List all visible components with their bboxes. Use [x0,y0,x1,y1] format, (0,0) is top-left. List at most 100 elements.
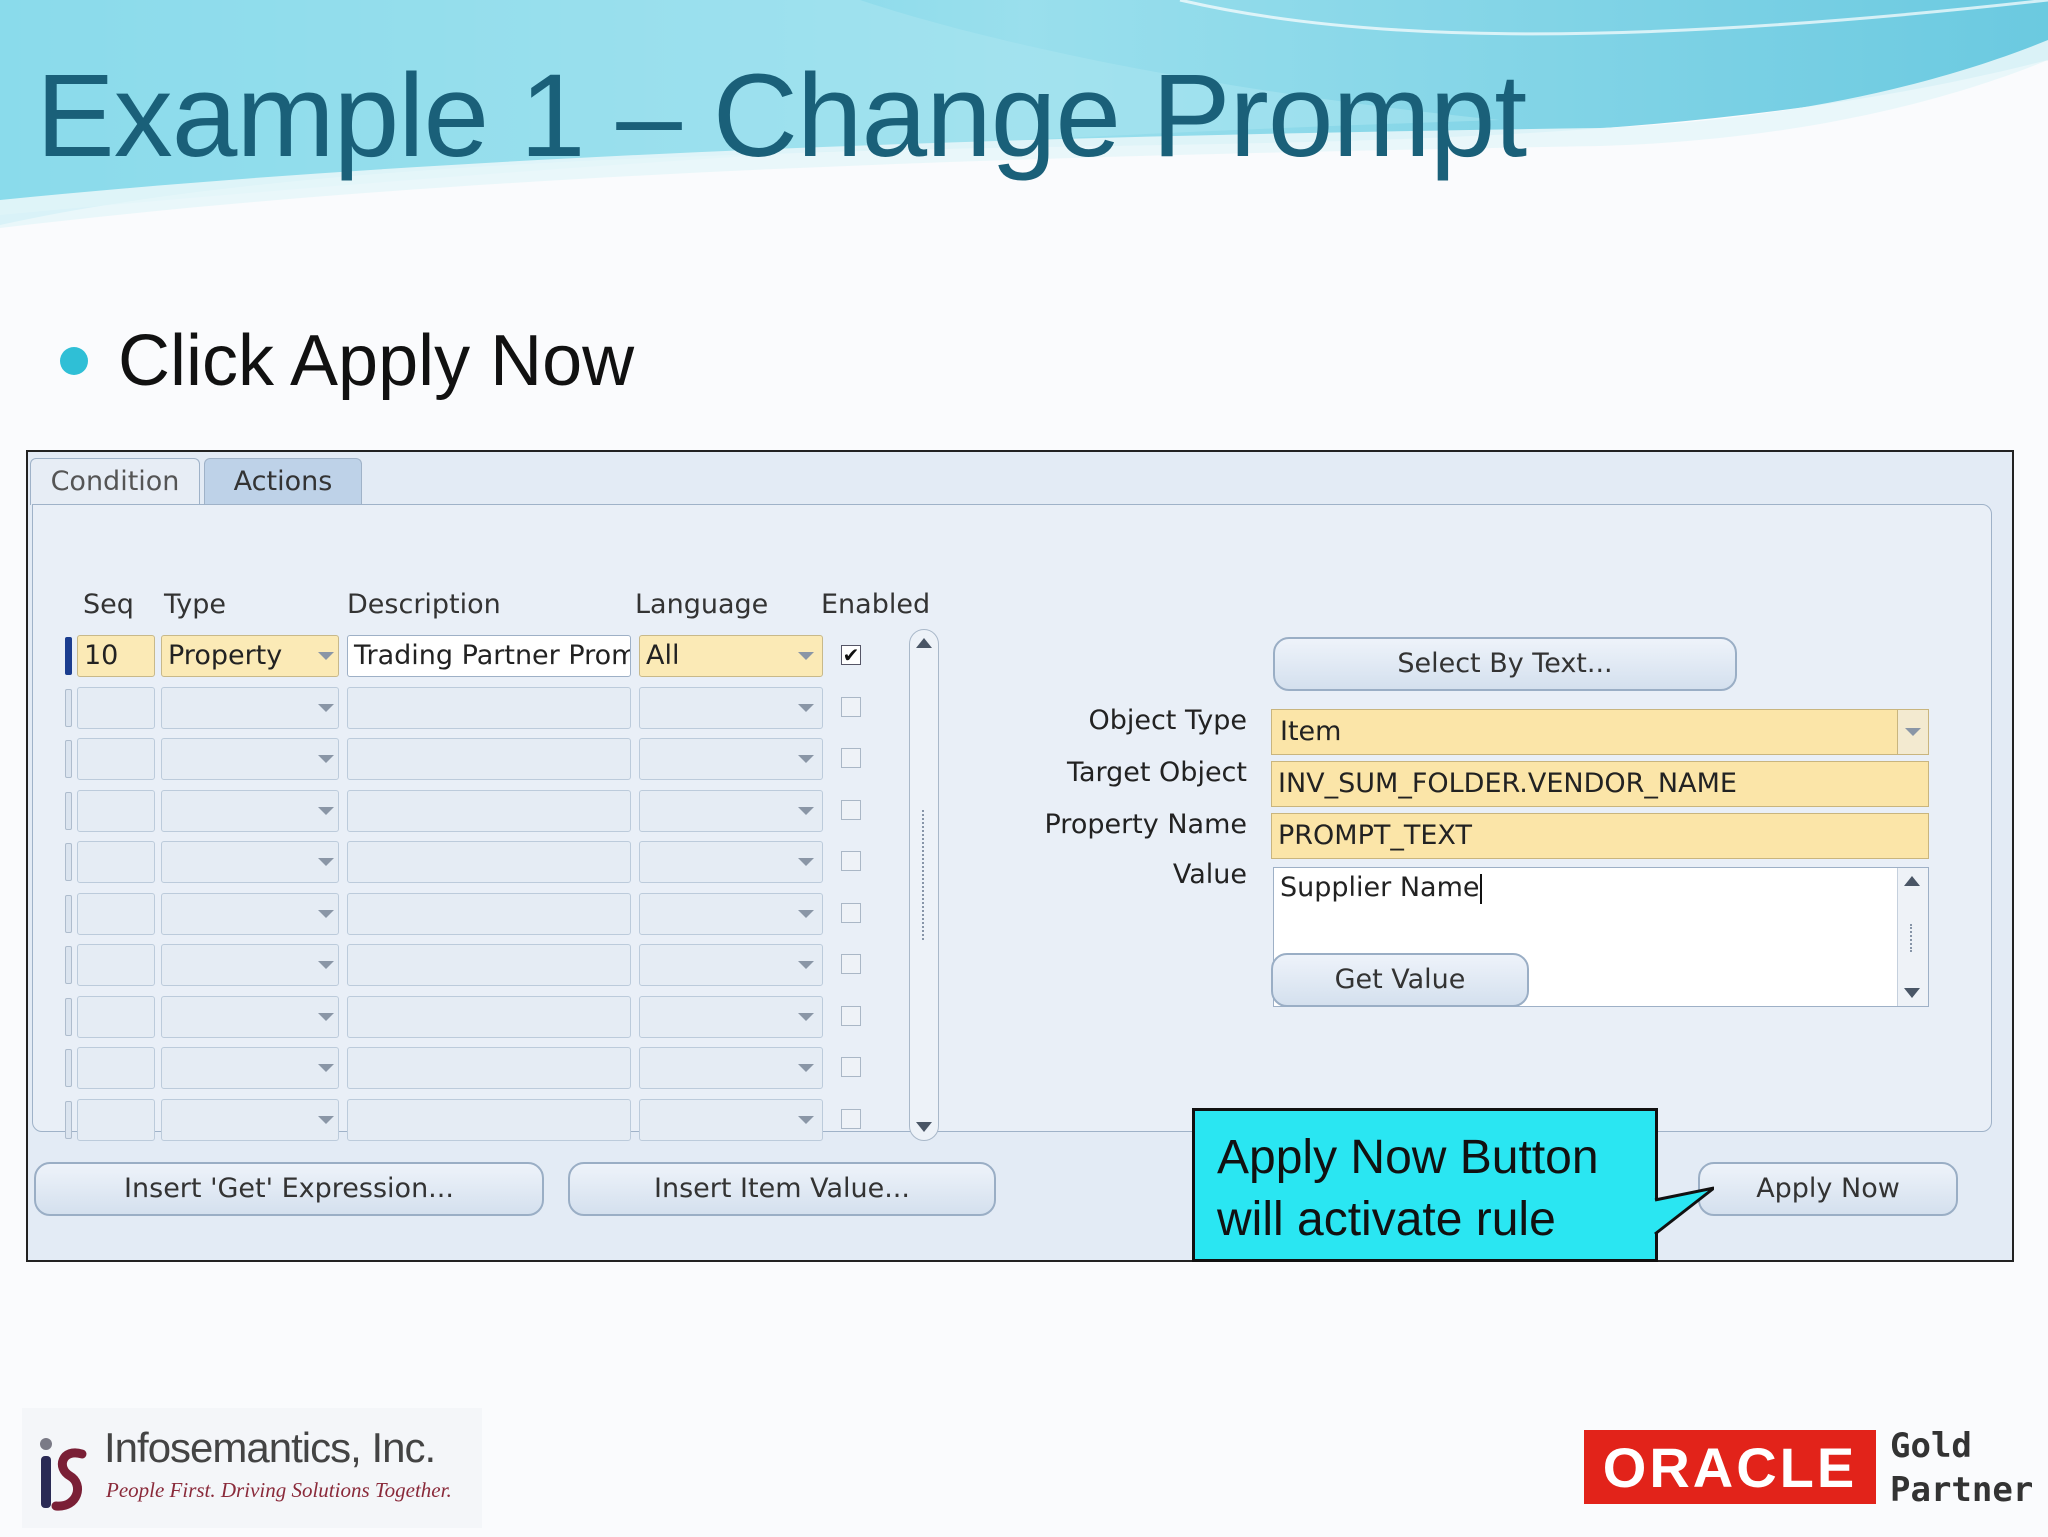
column-header-seq: Seq [83,589,134,620]
apply-now-button[interactable]: Apply Now [1698,1162,1958,1216]
description-cell[interactable] [347,995,631,1038]
value-scroll-grip-icon [1910,924,1916,952]
select-by-text-button[interactable]: Select By Text... [1273,637,1737,691]
value-scrollbar[interactable] [1897,868,1928,1006]
row-indicator[interactable] [65,1049,72,1087]
language-select[interactable] [639,1047,823,1089]
property-name-field[interactable]: PROMPT_TEXT [1271,813,1929,859]
callout-box: Apply Now Button will activate rule [1192,1108,1658,1262]
enabled-checkbox[interactable] [841,799,861,820]
seq-cell[interactable] [77,841,155,883]
type-select[interactable] [161,892,339,935]
seq-cell[interactable] [77,1047,155,1089]
target-object-field[interactable]: INV_SUM_FOLDER.VENDOR_NAME [1271,761,1929,807]
tab-actions[interactable]: Actions [204,458,362,505]
table-row[interactable] [33,942,893,988]
type-select[interactable] [161,944,339,986]
description-cell[interactable] [347,944,631,986]
description-cell[interactable] [347,789,631,832]
language-select[interactable] [639,738,823,780]
description-cell[interactable] [347,1098,631,1141]
table-row[interactable] [33,1045,893,1091]
type-select[interactable] [161,995,339,1038]
enabled-checkbox[interactable] [841,902,861,923]
table-row[interactable] [33,1097,893,1143]
column-header-type: Type [164,589,227,620]
seq-cell[interactable]: 10 [77,635,155,677]
language-select[interactable] [639,1098,823,1141]
scroll-grip-icon [922,810,928,940]
seq-cell[interactable] [77,1098,155,1141]
seq-cell[interactable] [77,944,155,986]
enabled-checkbox[interactable] [841,851,861,871]
partner-line-1: Gold [1890,1426,1972,1466]
table-row[interactable] [33,839,893,885]
enabled-checkbox[interactable] [841,696,861,717]
seq-cell[interactable] [77,738,155,780]
description-cell[interactable] [347,841,631,883]
enabled-checkbox[interactable] [841,1108,861,1129]
type-select[interactable] [161,841,339,883]
enabled-checkbox[interactable] [841,1057,861,1077]
partner-badge: Gold Partner [1890,1424,2033,1512]
table-row[interactable] [33,994,893,1040]
row-indicator[interactable] [65,946,72,984]
enabled-checkbox[interactable] [841,954,861,974]
language-select[interactable] [639,892,823,935]
language-select[interactable] [639,841,823,883]
language-select[interactable] [639,789,823,832]
type-select[interactable]: Property [161,635,339,677]
description-cell[interactable] [347,1047,631,1089]
type-select[interactable] [161,1098,339,1141]
get-value-button[interactable]: Get Value [1271,953,1529,1007]
language-select[interactable] [639,995,823,1038]
table-row[interactable] [33,891,893,937]
object-type-dropdown-button[interactable] [1897,710,1928,754]
property-name-label: Property Name [1044,809,1248,840]
row-indicator[interactable] [65,894,72,933]
tab-condition[interactable]: Condition [30,458,200,505]
enabled-checkbox[interactable]: ✔ [841,645,861,665]
value-scroll-down-icon[interactable] [1904,988,1920,998]
row-indicator[interactable] [65,997,72,1036]
seq-cell[interactable] [77,789,155,832]
insert-item-value-button[interactable]: Insert Item Value... [568,1162,996,1216]
actions-panel: Seq Type Description Language Enabled 10… [32,504,1992,1141]
type-select[interactable] [161,789,339,832]
description-cell[interactable] [347,892,631,935]
row-indicator[interactable] [65,637,72,675]
type-select[interactable] [161,738,339,780]
table-row[interactable] [33,736,893,782]
row-indicator[interactable] [65,1100,72,1139]
row-indicator[interactable] [65,688,72,727]
description-cell[interactable] [347,686,631,729]
grid-scrollbar[interactable] [909,629,939,1141]
seq-cell[interactable] [77,892,155,935]
scroll-up-arrow-icon[interactable] [916,638,932,648]
chevron-down-icon [798,755,814,763]
row-indicator[interactable] [65,791,72,830]
table-row[interactable] [33,788,893,834]
enabled-checkbox[interactable] [841,748,861,768]
chevron-down-icon [798,703,814,712]
seq-cell[interactable] [77,995,155,1038]
object-type-select[interactable]: Item [1271,709,1929,755]
row-indicator[interactable] [65,843,72,881]
language-select[interactable] [639,686,823,729]
type-select[interactable] [161,1047,339,1089]
table-row[interactable] [33,685,893,731]
insert-get-expression-button[interactable]: Insert 'Get' Expression... [34,1162,544,1216]
object-type-value: Item [1280,716,1342,747]
table-row[interactable]: 10 Property Trading Partner Prom All ✔ [33,633,893,679]
enabled-checkbox[interactable] [841,1005,861,1026]
seq-cell[interactable] [77,686,155,729]
language-select[interactable]: All [639,635,823,677]
description-cell[interactable] [347,738,631,780]
row-indicator[interactable] [65,740,72,778]
scroll-down-arrow-icon[interactable] [916,1122,932,1132]
callout-line-2: will activate rule [1217,1193,1556,1246]
type-select[interactable] [161,686,339,729]
language-select[interactable] [639,944,823,986]
value-scroll-up-icon[interactable] [1904,876,1920,886]
description-cell[interactable]: Trading Partner Prom [347,635,631,677]
